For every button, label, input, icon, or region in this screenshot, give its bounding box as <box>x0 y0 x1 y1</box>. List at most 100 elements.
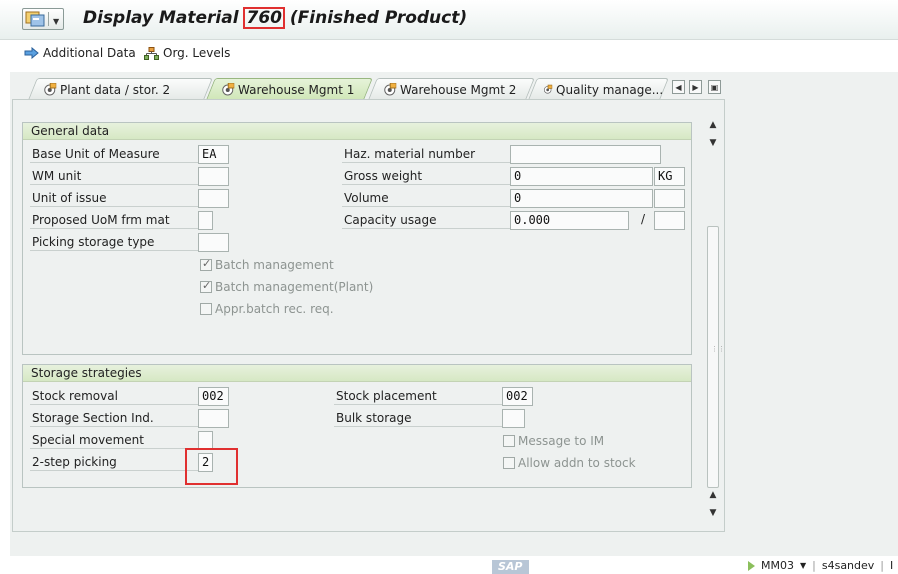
base-uom-label: Base Unit of Measure <box>30 145 198 163</box>
tab-quality-management[interactable]: Quality manage... <box>528 78 669 100</box>
appr-batch-checkbox[interactable]: Appr.batch rec. req. <box>200 302 334 316</box>
unit-of-issue-label: Unit of issue <box>30 189 198 207</box>
tab-status-icon <box>384 83 397 96</box>
storage-strategies-title: Storage strategies <box>23 365 691 382</box>
appr-batch-label: Appr.batch rec. req. <box>215 302 334 316</box>
proposed-uom-field[interactable] <box>198 211 213 230</box>
volume-field[interactable]: 0 <box>510 189 653 208</box>
chevron-down-icon: ▼ <box>53 17 60 26</box>
weight-unit-field[interactable]: KG <box>654 167 685 186</box>
base-uom-field[interactable]: EA <box>198 145 229 164</box>
org-levels-label: Org. Levels <box>163 46 231 60</box>
batch-management-checkbox[interactable]: Batch management <box>200 257 334 272</box>
highlight-box <box>185 448 238 485</box>
stock-removal-field[interactable]: 002 <box>198 387 229 406</box>
tab-status-icon <box>543 84 553 94</box>
checkbox-unchecked-icon <box>503 435 515 447</box>
tab-status-icon <box>222 83 235 96</box>
page-title: Display Material 760 (Finished Product) <box>83 7 468 29</box>
menu-icon <box>25 11 45 27</box>
picking-storage-type-field[interactable] <box>198 233 229 252</box>
tab-label: Plant data / stor. 2 <box>60 82 171 97</box>
scroll-down-button-bottom[interactable]: ▼ <box>706 506 720 520</box>
status-extra: I <box>890 559 894 572</box>
tab-list-icon: ▣ <box>710 82 719 92</box>
batch-management-label: Batch management <box>215 258 334 272</box>
scroll-thumb[interactable]: ⋮⋮ <box>707 226 725 488</box>
chevron-down-icon: ▼ <box>799 561 807 570</box>
title-prefix: Display Material <box>83 8 245 28</box>
picking-storage-type-label: Picking storage type <box>30 233 198 251</box>
tab-warehouse-mgmt-1[interactable]: Warehouse Mgmt 1 <box>206 78 373 100</box>
org-levels-button[interactable]: Org. Levels <box>144 44 230 62</box>
tab-scroll-right-button[interactable]: ▶ <box>689 80 702 94</box>
capacity-separator: / <box>641 212 646 226</box>
checkbox-checked-icon <box>200 257 212 271</box>
session-info[interactable]: MM03 ▼ | s4sandev | I <box>748 559 893 572</box>
message-to-im-label: Message to IM <box>518 434 605 448</box>
storage-section-ind-field[interactable] <box>198 409 229 428</box>
title-bar: ▼ Display Material 760 (Finished Product… <box>0 0 898 40</box>
tab-status-icon <box>44 83 57 96</box>
stock-placement-field[interactable]: 002 <box>502 387 533 406</box>
play-icon <box>748 560 755 571</box>
scroll-up-button[interactable]: ▲ <box>706 118 720 132</box>
chevron-right-icon: ▶ <box>692 82 699 92</box>
arrow-right-icon <box>24 47 39 59</box>
tab-warehouse-mgmt-2[interactable]: Warehouse Mgmt 2 <box>368 78 535 100</box>
special-movement-label: Special movement <box>30 431 198 449</box>
gross-weight-label: Gross weight <box>342 167 510 185</box>
gross-weight-field[interactable]: 0 <box>510 167 653 186</box>
stock-placement-label: Stock placement <box>334 387 502 405</box>
proposed-uom-label: Proposed UoM frm mat <box>30 211 198 229</box>
allow-addn-to-stock-checkbox[interactable]: Allow addn to stock <box>503 456 636 470</box>
stock-removal-label: Stock removal <box>30 387 198 405</box>
triangle-up-icon: ▲ <box>709 490 717 500</box>
triangle-down-icon: ▼ <box>709 508 717 518</box>
tab-plant-data-stor-2[interactable]: Plant data / stor. 2 <box>28 78 213 100</box>
title-suffix: (Finished Product) <box>283 8 468 28</box>
triangle-up-icon: ▲ <box>709 120 717 130</box>
batch-management-plant-label: Batch management(Plant) <box>215 280 374 294</box>
batch-management-plant-checkbox[interactable]: Batch management(Plant) <box>200 279 374 294</box>
message-to-im-checkbox[interactable]: Message to IM <box>503 434 604 448</box>
checkbox-unchecked-icon <box>200 303 212 315</box>
triangle-down-icon: ▼ <box>709 138 717 148</box>
tab-label: Quality manage... <box>556 82 664 97</box>
material-number: 760 <box>243 7 285 29</box>
general-data-title: General data <box>23 123 691 140</box>
checkbox-checked-icon <box>200 279 212 293</box>
storage-section-ind-label: Storage Section Ind. <box>30 409 198 427</box>
capacity-unit-field[interactable] <box>654 211 685 230</box>
haz-material-field[interactable] <box>510 145 661 164</box>
bulk-storage-field[interactable] <box>502 409 525 428</box>
application-toolbar: Additional Data Org. Levels <box>0 40 898 66</box>
status-bar: SAP MM03 ▼ | s4sandev | I <box>0 556 898 574</box>
bulk-storage-label: Bulk storage <box>334 409 502 427</box>
two-step-picking-label: 2-step picking <box>30 453 198 471</box>
haz-material-label: Haz. material number <box>342 145 510 163</box>
system-menu-button[interactable]: ▼ <box>22 8 64 30</box>
volume-unit-field[interactable] <box>654 189 685 208</box>
tab-label: Warehouse Mgmt 2 <box>400 82 517 97</box>
allow-addn-to-stock-label: Allow addn to stock <box>518 456 636 470</box>
status-separator: | <box>880 559 885 572</box>
transaction-code: MM03 <box>761 559 794 572</box>
vertical-scrollbar[interactable]: ▲ ▼ ⋮⋮ ▲ ▼ <box>706 116 725 522</box>
additional-data-button[interactable]: Additional Data <box>24 44 136 62</box>
unit-of-issue-field[interactable] <box>198 189 229 208</box>
capacity-usage-label: Capacity usage <box>342 211 510 229</box>
grip-icon: ⋮⋮ <box>711 345 725 353</box>
system-name: s4sandev <box>821 559 875 572</box>
scroll-down-button[interactable]: ▼ <box>706 136 720 150</box>
wm-unit-field[interactable] <box>198 167 229 186</box>
chevron-left-icon: ◀ <box>675 82 682 92</box>
sap-logo: SAP <box>492 560 529 574</box>
tab-label: Warehouse Mgmt 1 <box>238 82 355 97</box>
tab-scroll-left-button[interactable]: ◀ <box>672 80 685 94</box>
additional-data-label: Additional Data <box>43 46 136 60</box>
tab-list-button[interactable]: ▣ <box>708 80 721 94</box>
capacity-usage-field[interactable]: 0.000 <box>510 211 629 230</box>
menu-button-separator <box>48 12 49 26</box>
scroll-up-button-bottom[interactable]: ▲ <box>706 488 720 502</box>
